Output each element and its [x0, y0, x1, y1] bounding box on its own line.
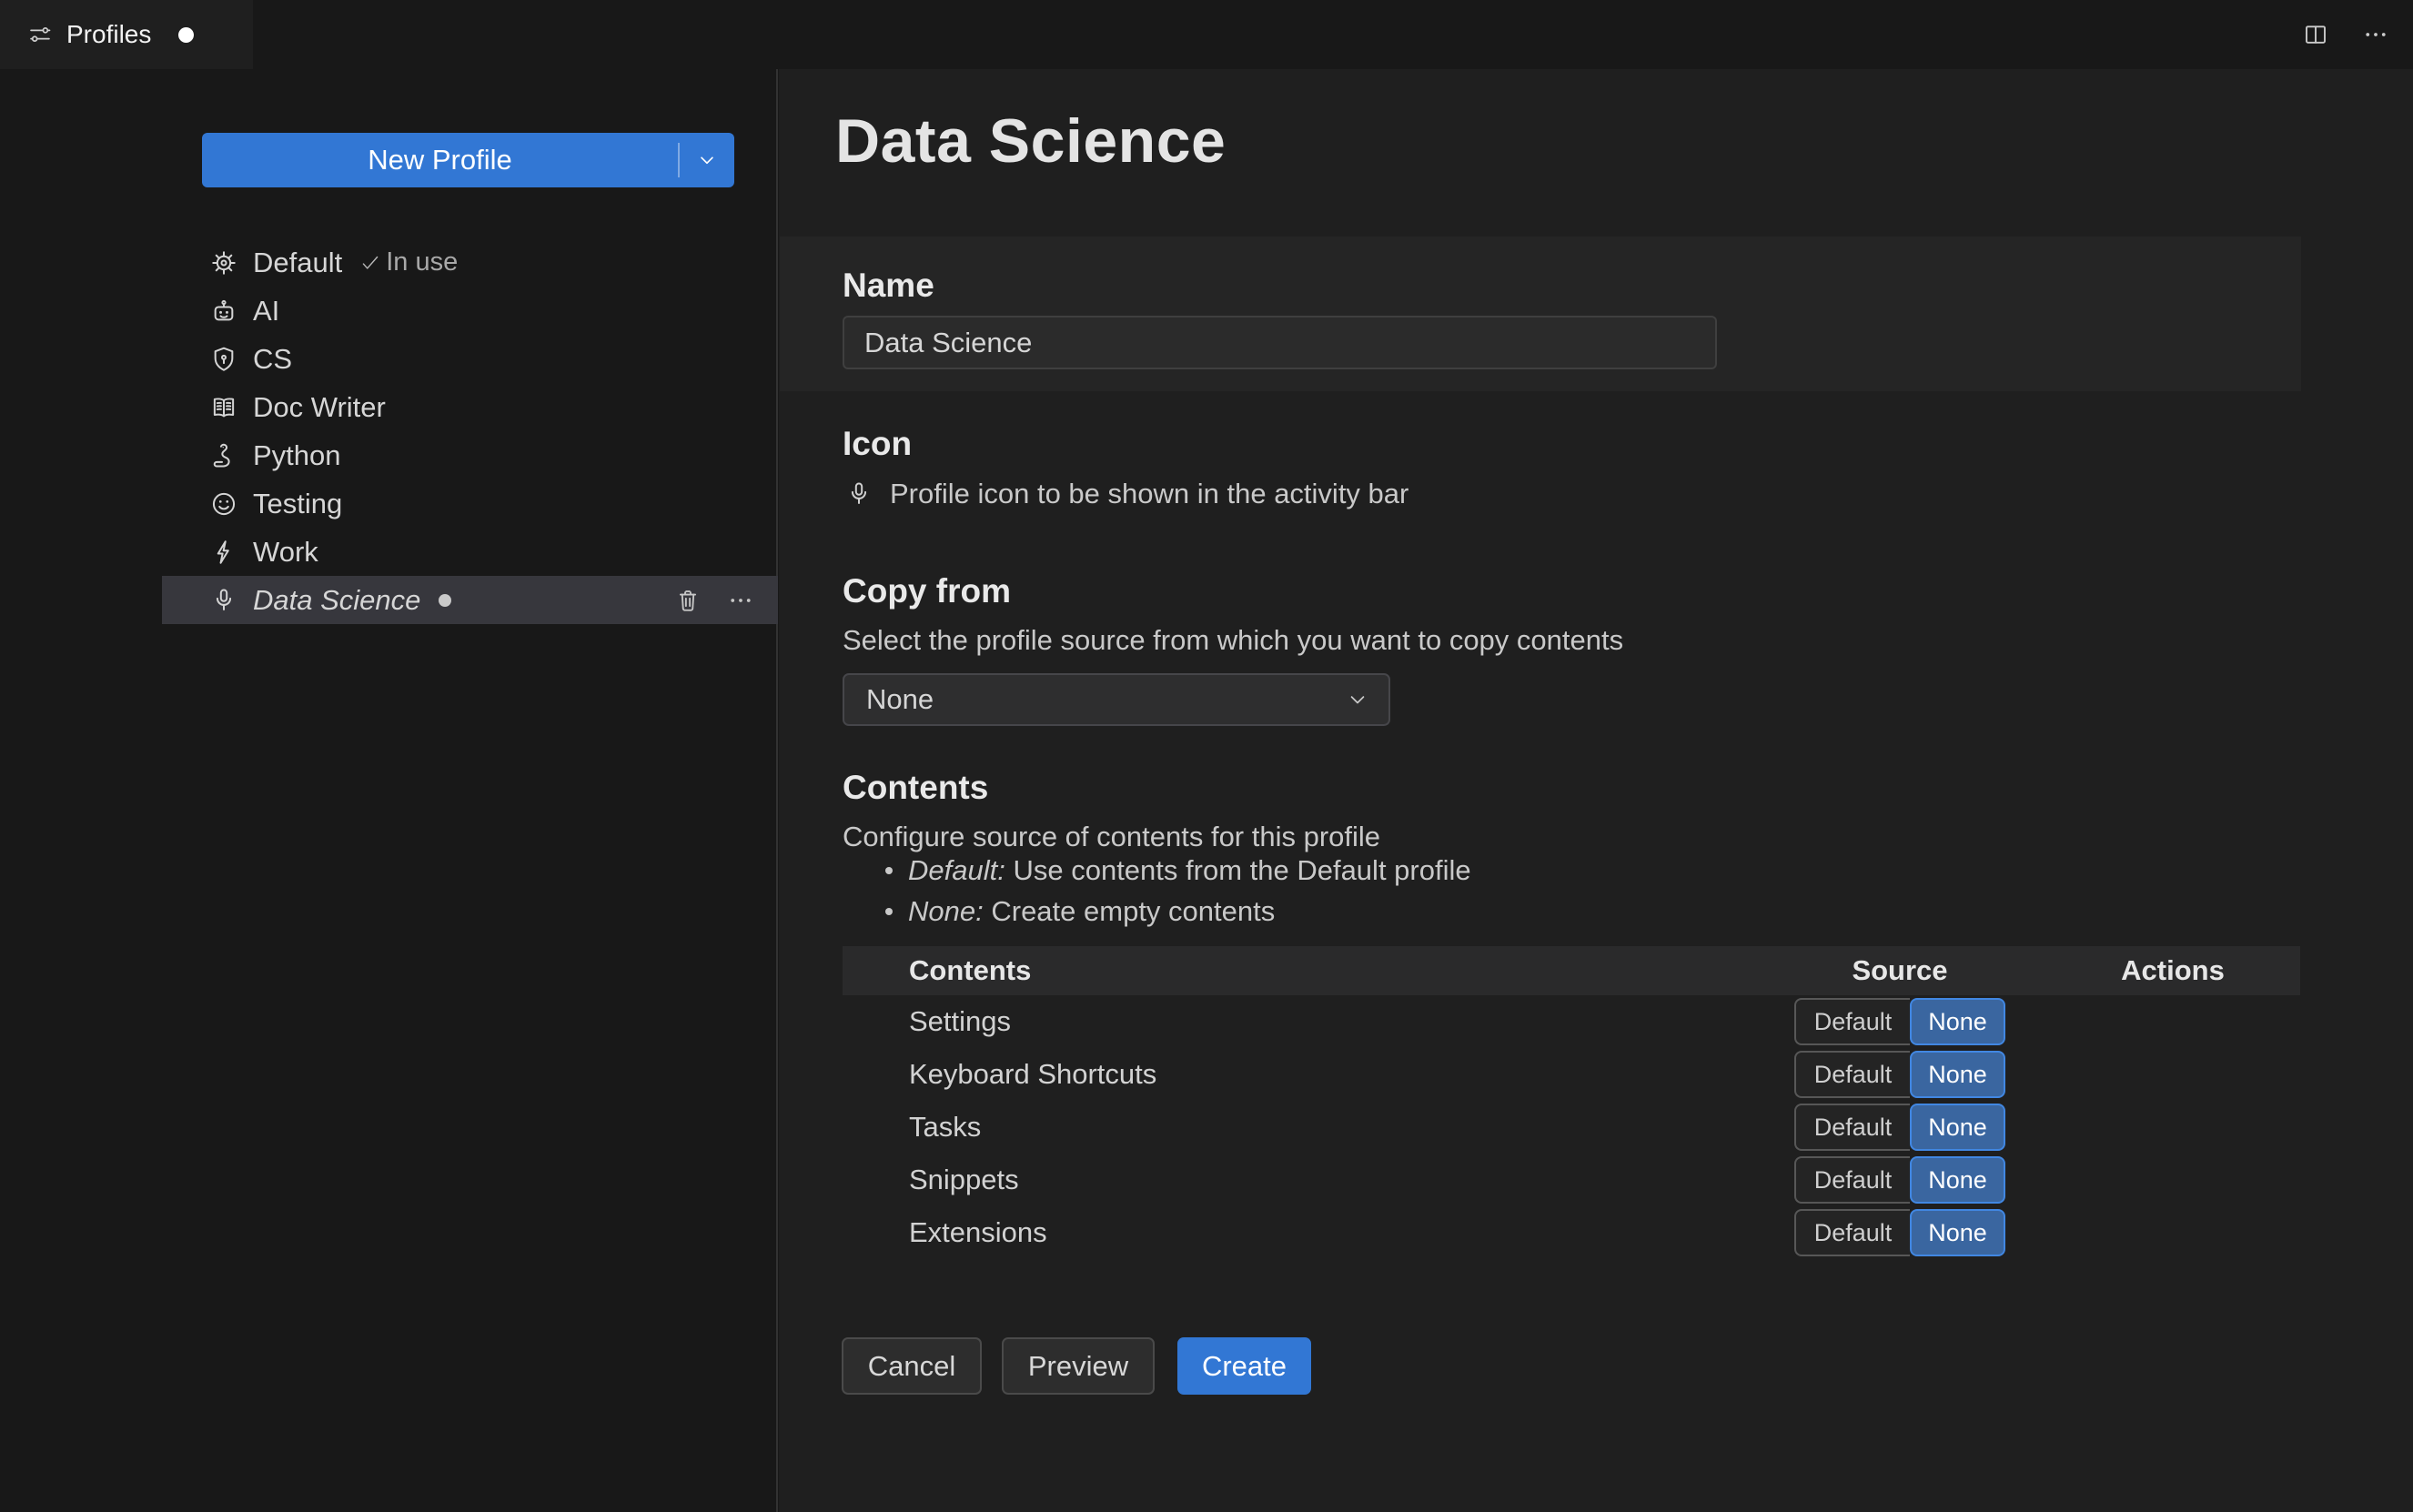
icon-picker-row[interactable]: Profile icon to be shown in the activity… — [844, 473, 1408, 515]
bullet-default: Default: Use contents from the Default p… — [843, 850, 2116, 891]
profile-name: Python — [253, 438, 341, 471]
contents-bullets: Default: Use contents from the Default p… — [843, 850, 2116, 932]
copy-from-label: Copy from — [843, 572, 1011, 610]
footer-actions: Cancel Preview Create — [842, 1337, 1311, 1395]
profile-list-item[interactable]: Python — [162, 431, 778, 479]
header-source: Source — [1852, 954, 1948, 986]
shield-icon — [209, 345, 238, 374]
profile-name-input[interactable] — [843, 316, 1717, 369]
source-toggle: Default None — [1794, 1156, 2005, 1204]
book-icon — [209, 393, 238, 422]
profile-list-item[interactable]: CS — [162, 335, 778, 383]
bullet-none: None: Create empty contents — [843, 891, 2116, 932]
icon-label: Icon — [843, 425, 913, 462]
icon-description: Profile icon to be shown in the activity… — [890, 478, 1409, 509]
in-use-badge: In use — [358, 247, 458, 277]
source-default-button[interactable]: Default — [1794, 998, 1910, 1045]
profile-name: Doc Writer — [253, 390, 386, 423]
new-profile-label: New Profile — [368, 144, 512, 176]
new-profile-dropdown-button[interactable] — [680, 133, 734, 187]
source-default-button[interactable]: Default — [1794, 1209, 1910, 1256]
in-use-label: In use — [386, 247, 459, 277]
name-label: Name — [843, 267, 934, 304]
profile-list-item[interactable]: Doc Writer — [162, 383, 778, 431]
profile-name: Testing — [253, 487, 343, 519]
profile-editor: Data Science Name Icon Profile icon to b… — [779, 69, 2413, 1512]
source-none-button[interactable]: None — [1910, 1209, 2005, 1256]
tab-bar: Profiles — [0, 0, 2413, 69]
snake-icon — [209, 441, 238, 470]
profile-list-item[interactable]: AI — [162, 287, 778, 335]
page-title: Data Science — [835, 106, 1227, 176]
chevron-down-icon — [1345, 687, 1370, 712]
robot-icon — [209, 297, 238, 326]
cancel-button[interactable]: Cancel — [842, 1337, 982, 1395]
content-name: Keyboard Shortcuts — [909, 1058, 1157, 1090]
content-name: Tasks — [909, 1111, 982, 1143]
table-row: Extensions Default None — [843, 1206, 2300, 1259]
table-row: Snippets Default None — [843, 1154, 2300, 1206]
content-name: Extensions — [909, 1216, 1047, 1248]
more-actions-icon[interactable] — [2362, 21, 2389, 48]
trash-icon[interactable] — [674, 587, 702, 614]
sliders-icon — [27, 22, 53, 47]
create-button[interactable]: Create — [1177, 1337, 1311, 1395]
profile-list-item[interactable]: Testing — [162, 479, 778, 528]
header-contents: Contents — [909, 954, 1032, 986]
profile-name: Default — [253, 246, 343, 278]
profile-name: CS — [253, 342, 293, 375]
content-name: Snippets — [909, 1164, 1019, 1195]
source-none-button[interactable]: None — [1910, 1156, 2005, 1204]
preview-button[interactable]: Preview — [1002, 1337, 1155, 1395]
source-toggle: Default None — [1794, 998, 2005, 1045]
profile-list-item[interactable]: Default In use — [162, 238, 778, 287]
check-icon — [358, 251, 382, 275]
profiles-sidebar: New Profile Default In use AI CS Doc Wri… — [0, 69, 778, 1512]
contents-table: Contents Source Actions Settings Default… — [843, 946, 2300, 1259]
mic-icon[interactable] — [844, 479, 873, 509]
source-default-button[interactable]: Default — [1794, 1051, 1910, 1098]
chevron-down-icon — [695, 148, 719, 172]
source-toggle: Default None — [1794, 1051, 2005, 1098]
zap-icon — [209, 538, 238, 567]
modified-dot — [178, 26, 195, 43]
profile-name: Data Science — [253, 583, 421, 616]
source-none-button[interactable]: None — [1910, 1051, 2005, 1098]
smiley-icon — [209, 489, 238, 519]
split-editor-icon[interactable] — [2302, 21, 2329, 48]
header-actions: Actions — [2121, 954, 2225, 986]
source-toggle: Default None — [1794, 1104, 2005, 1151]
source-default-button[interactable]: Default — [1794, 1104, 1910, 1151]
profile-name: Work — [253, 535, 318, 568]
modified-dot — [439, 593, 452, 607]
gear-icon — [209, 248, 238, 277]
select-value: None — [866, 683, 934, 715]
profile-list: Default In use AI CS Doc Writer Python T… — [162, 238, 778, 624]
table-header: Contents Source Actions — [843, 946, 2300, 995]
mic-icon — [209, 586, 238, 615]
table-row: Settings Default None — [843, 995, 2300, 1048]
more-actions-icon[interactable] — [727, 587, 754, 614]
source-none-button[interactable]: None — [1910, 1104, 2005, 1151]
source-toggle: Default None — [1794, 1209, 2005, 1256]
source-default-button[interactable]: Default — [1794, 1156, 1910, 1204]
source-none-button[interactable]: None — [1910, 998, 2005, 1045]
tab-title: Profiles — [66, 20, 152, 48]
profile-list-item[interactable]: Work — [162, 528, 778, 576]
copy-from-description: Select the profile source from which you… — [843, 624, 1624, 656]
table-row: Keyboard Shortcuts Default None — [843, 1048, 2300, 1101]
editor-actions — [2302, 0, 2389, 69]
tab-profiles[interactable]: Profiles — [0, 0, 253, 69]
new-profile-button[interactable]: New Profile — [202, 133, 734, 187]
contents-description: Configure source of contents for this pr… — [843, 821, 1381, 852]
contents-label: Contents — [843, 769, 989, 806]
profile-list-item[interactable]: Data Science — [162, 576, 778, 624]
content-name: Settings — [909, 1005, 1012, 1037]
table-row: Tasks Default None — [843, 1101, 2300, 1154]
copy-from-select[interactable]: None — [843, 673, 1390, 726]
table-body: Settings Default None Keyboard Shortcuts… — [843, 995, 2300, 1259]
profile-name: AI — [253, 294, 280, 327]
